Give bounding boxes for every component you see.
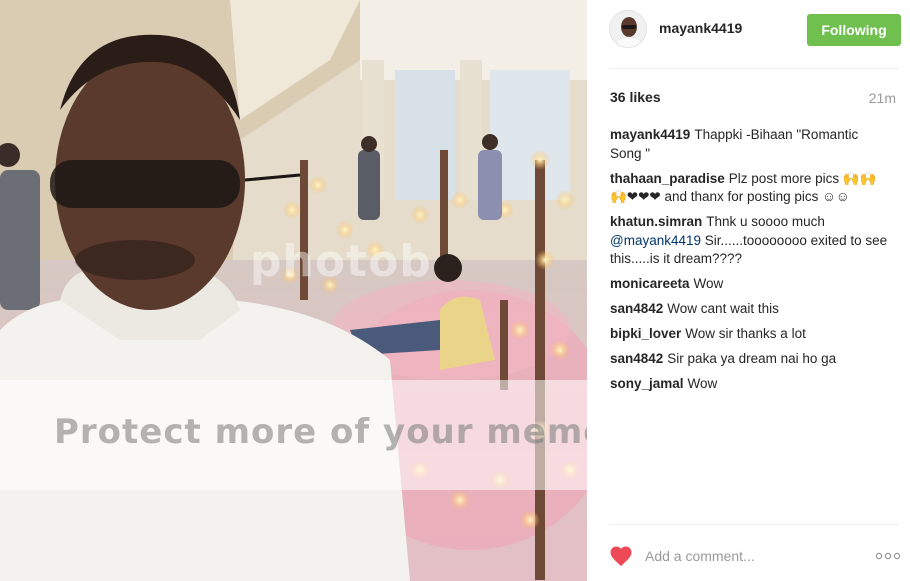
comment-username[interactable]: san4842 [610, 351, 663, 366]
footer-divider [609, 524, 899, 525]
avatar-image [610, 11, 646, 47]
comment-username[interactable]: san4842 [610, 301, 663, 316]
comment-item: san4842 Wow cant wait this [610, 300, 892, 319]
comment-text: Sir paka ya dream nai ho ga [667, 351, 837, 366]
comment-text: Wow sir thanks a lot [685, 326, 806, 341]
comment-username[interactable]: mayank4419 [610, 127, 690, 142]
post-photo[interactable]: photob Protect more of your memo [0, 0, 587, 581]
comment-username[interactable]: khatun.simran [610, 214, 702, 229]
comment-text: Wow [687, 376, 718, 391]
post-header: mayank4419 Following [609, 8, 901, 50]
post-timestamp[interactable]: 21m [869, 90, 896, 106]
comment-item: khatun.simran Thnk u soooo much @mayank44… [610, 213, 892, 269]
comment-item: sony_jamal Wow [610, 375, 892, 394]
watermark-logo: photob [250, 236, 432, 287]
comment-list: mayank4419 Thappki -Bihaan "Romantic Song… [610, 126, 892, 400]
comment-text: Wow cant wait this [667, 301, 779, 316]
comment-username[interactable]: bipki_lover [610, 326, 681, 341]
comment-item: thahaan_paradise Plz post more pics 🙌🙌🙌❤❤… [610, 170, 892, 207]
post-author-username[interactable]: mayank4419 [659, 20, 742, 36]
comment-username[interactable]: sony_jamal [610, 376, 684, 391]
more-options-icon[interactable] [875, 549, 901, 563]
comment-text: Wow [693, 276, 724, 291]
comment-item: bipki_lover Wow sir thanks a lot [610, 325, 892, 344]
add-comment-bar [609, 541, 901, 571]
avatar[interactable] [609, 10, 647, 48]
likes-count[interactable]: 36 likes [610, 89, 661, 105]
comment-username[interactable]: thahaan_paradise [610, 171, 725, 186]
post-sidebar: mayank4419 Following 36 likes 21m mayank… [587, 0, 910, 581]
comment-item: san4842 Sir paka ya dream nai ho ga [610, 350, 892, 369]
watermark-text: Protect more of your memo [54, 412, 587, 452]
header-divider [609, 68, 899, 69]
photo-scene [0, 0, 587, 581]
comment-username[interactable]: monicareeta [610, 276, 690, 291]
comment-item: monicareeta Wow [610, 275, 892, 294]
comment-mention-link[interactable]: @mayank4419 [610, 233, 701, 248]
comment-caption: mayank4419 Thappki -Bihaan "Romantic Song… [610, 126, 892, 163]
following-button[interactable]: Following [807, 14, 901, 46]
heart-icon[interactable] [609, 545, 633, 567]
add-comment-input[interactable] [645, 543, 845, 569]
comment-text: Thnk u soooo much [706, 214, 825, 229]
